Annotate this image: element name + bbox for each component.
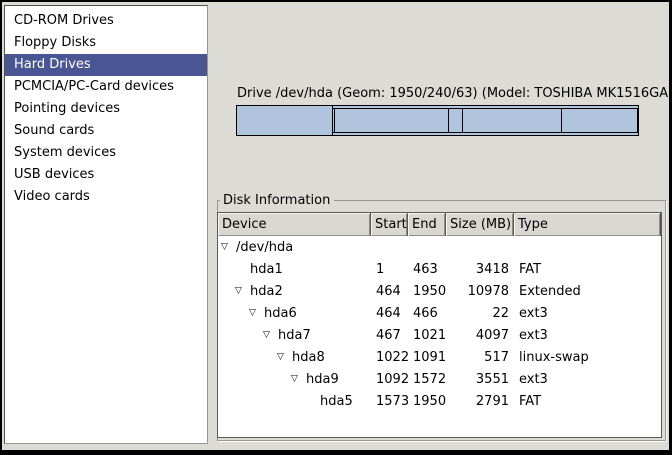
start-cell: 1092 bbox=[371, 372, 408, 387]
disk-table-body: ▽/dev/hdahda114633418FAT▽hda246419501097… bbox=[218, 236, 661, 412]
table-row-hda1[interactable]: hda1 14633418FAT bbox=[218, 258, 661, 280]
column-header-size-mb[interactable]: Size (MB) bbox=[446, 213, 514, 236]
logical-partition-divider bbox=[561, 109, 562, 132]
expander-open-icon[interactable]: ▽ bbox=[277, 352, 289, 362]
table-row-dev-hda[interactable]: ▽/dev/hda bbox=[218, 236, 661, 258]
type-cell: ext3 bbox=[514, 328, 661, 343]
device-cell: ▽hda6 bbox=[218, 306, 371, 321]
device-name: hda9 bbox=[306, 372, 339, 387]
device-cell: hda1 bbox=[218, 262, 371, 277]
size-cell: 3418 bbox=[446, 262, 514, 277]
type-cell: ext3 bbox=[514, 306, 661, 321]
end-cell: 1950 bbox=[408, 284, 446, 299]
start-cell: 1022 bbox=[371, 350, 408, 365]
device-name: hda7 bbox=[278, 328, 311, 343]
device-name: /dev/hda bbox=[236, 240, 293, 255]
end-cell: 1950 bbox=[408, 394, 446, 409]
column-header-type[interactable]: Type bbox=[514, 213, 661, 236]
device-cell: ▽hda8 bbox=[218, 350, 371, 365]
size-cell: 517 bbox=[446, 350, 514, 365]
end-cell: 466 bbox=[408, 306, 446, 321]
start-cell: 464 bbox=[371, 306, 408, 321]
start-cell: 464 bbox=[371, 284, 408, 299]
sidebar-item-pcmcia-pc-card-devices[interactable]: PCMCIA/PC-Card devices bbox=[5, 76, 207, 98]
size-cell: 2791 bbox=[446, 394, 514, 409]
device-name: hda5 bbox=[320, 394, 353, 409]
end-cell: 1091 bbox=[408, 350, 446, 365]
expander-open-icon[interactable]: ▽ bbox=[263, 330, 275, 340]
sidebar-item-system-devices[interactable]: System devices bbox=[5, 142, 207, 164]
expander-open-icon[interactable]: ▽ bbox=[235, 286, 247, 296]
sidebar-item-hard-drives[interactable]: Hard Drives bbox=[5, 54, 207, 76]
device-name: hda1 bbox=[250, 262, 283, 277]
sidebar-item-floppy-disks[interactable]: Floppy Disks bbox=[5, 32, 207, 54]
start-cell: 1 bbox=[371, 262, 408, 277]
size-cell: 4097 bbox=[446, 328, 514, 343]
device-cell: ▽hda9 bbox=[218, 372, 371, 387]
device-category-list: CD-ROM DrivesFloppy DisksHard DrivesPCMC… bbox=[4, 5, 208, 444]
column-header-start[interactable]: Start bbox=[371, 213, 408, 236]
sidebar-item-video-cards[interactable]: Video cards bbox=[5, 186, 207, 208]
sidebar-item-sound-cards[interactable]: Sound cards bbox=[5, 120, 207, 142]
hardware-browser-window: CD-ROM DrivesFloppy DisksHard DrivesPCMC… bbox=[0, 0, 672, 455]
start-cell: 467 bbox=[371, 328, 408, 343]
sidebar-item-pointing-devices[interactable]: Pointing devices bbox=[5, 98, 207, 120]
device-name: hda6 bbox=[264, 306, 297, 321]
expander-open-icon[interactable]: ▽ bbox=[291, 374, 303, 384]
size-cell: 3551 bbox=[446, 372, 514, 387]
size-cell: 22 bbox=[446, 306, 514, 321]
end-cell: 1021 bbox=[408, 328, 446, 343]
logical-partition-divider bbox=[334, 109, 335, 132]
sidebar-item-cd-rom-drives[interactable]: CD-ROM Drives bbox=[5, 10, 207, 32]
partition-bar bbox=[236, 105, 639, 136]
column-header-end[interactable]: End bbox=[408, 213, 446, 236]
type-cell: ext3 bbox=[514, 372, 661, 387]
device-cell: hda5 bbox=[218, 394, 371, 409]
device-cell: ▽hda2 bbox=[218, 284, 371, 299]
logical-partition-divider bbox=[462, 109, 463, 132]
disk-information-frame-label: Disk Information bbox=[220, 193, 334, 208]
type-cell: FAT bbox=[514, 262, 661, 277]
size-cell: 10978 bbox=[446, 284, 514, 299]
device-name: hda8 bbox=[292, 350, 325, 365]
sidebar-item-usb-devices[interactable]: USB devices bbox=[5, 164, 207, 186]
table-row-hda7[interactable]: ▽hda746710214097ext3 bbox=[218, 324, 661, 346]
disk-table: DeviceStartEndSize (MB)Type ▽/dev/hdahda… bbox=[217, 212, 662, 438]
table-row-hda9[interactable]: ▽hda9109215723551ext3 bbox=[218, 368, 661, 390]
end-cell: 463 bbox=[408, 262, 446, 277]
disk-table-header: DeviceStartEndSize (MB)Type bbox=[218, 213, 661, 236]
table-row-hda6[interactable]: ▽hda646446622ext3 bbox=[218, 302, 661, 324]
table-row-hda5[interactable]: hda5 157319502791FAT bbox=[218, 390, 661, 412]
expander-open-icon[interactable]: ▽ bbox=[221, 242, 233, 252]
type-cell: FAT bbox=[514, 394, 661, 409]
expander-open-icon[interactable]: ▽ bbox=[249, 308, 261, 318]
end-cell: 1572 bbox=[408, 372, 446, 387]
column-header-device[interactable]: Device bbox=[218, 213, 371, 236]
extended-partition-box bbox=[332, 108, 638, 133]
device-name: hda2 bbox=[250, 284, 283, 299]
drive-title: Drive /dev/hda (Geom: 1950/240/63) (Mode… bbox=[237, 86, 672, 101]
logical-partition-divider bbox=[448, 109, 449, 132]
table-row-hda8[interactable]: ▽hda810221091517linux-swap bbox=[218, 346, 661, 368]
type-cell: linux-swap bbox=[514, 350, 661, 365]
type-cell: Extended bbox=[514, 284, 661, 299]
device-cell: ▽hda7 bbox=[218, 328, 371, 343]
start-cell: 1573 bbox=[371, 394, 408, 409]
device-cell: ▽/dev/hda bbox=[218, 240, 371, 255]
table-row-hda2[interactable]: ▽hda2464195010978Extended bbox=[218, 280, 661, 302]
